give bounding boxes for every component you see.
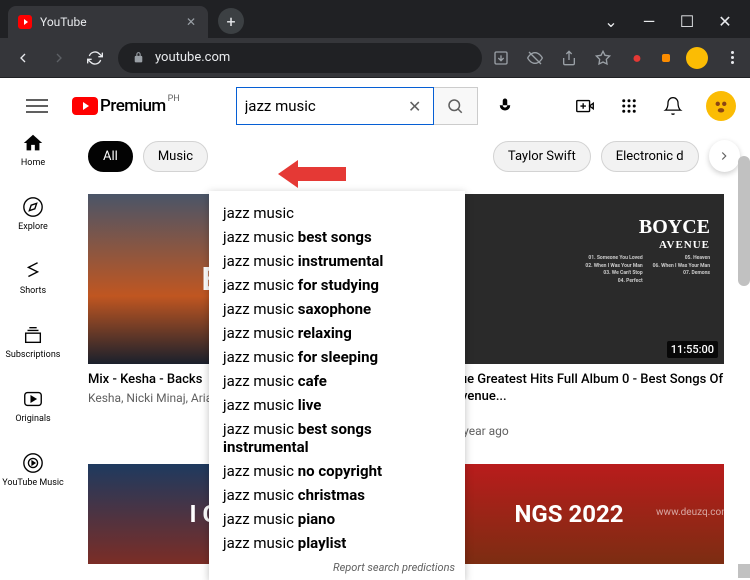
chip-music[interactable]: Music <box>143 141 208 172</box>
suggestion-item[interactable]: jazz music cafe <box>209 369 465 393</box>
home-icon <box>22 132 44 154</box>
hamburger-menu-icon[interactable] <box>26 95 48 117</box>
tab-title: YouTube <box>40 15 176 29</box>
scrollbar-thumb[interactable] <box>738 564 750 578</box>
install-icon[interactable] <box>492 49 510 67</box>
header-actions <box>574 91 736 121</box>
tab-close-icon[interactable]: ✕ <box>184 15 198 29</box>
new-tab-button[interactable]: + <box>218 8 244 34</box>
sidebar-item-shorts[interactable]: Shorts <box>20 260 46 296</box>
page-content: Home Explore Shorts Subscriptions Origin… <box>0 78 750 578</box>
watermark: www.deuzq.com <box>656 507 730 518</box>
chrome-profile-avatar[interactable] <box>686 47 708 69</box>
suggestion-item[interactable]: jazz music for studying <box>209 273 465 297</box>
address-bar[interactable]: youtube.com <box>118 43 482 73</box>
chips-next-button[interactable] <box>709 140 740 172</box>
subscriptions-icon <box>22 324 44 346</box>
sidebar-item-home[interactable]: Home <box>21 132 45 168</box>
region-code: PH <box>168 94 180 104</box>
explore-icon <box>22 196 44 218</box>
search-icon <box>446 97 464 115</box>
search-input[interactable] <box>245 97 405 115</box>
maximize-icon[interactable]: ☐ <box>680 14 694 28</box>
sidebar-label: Subscriptions <box>6 350 61 360</box>
sidebar-item-originals[interactable]: Originals <box>15 388 50 424</box>
extension-orange-icon[interactable] <box>662 54 670 62</box>
suggestion-item[interactable]: jazz music instrumental <box>209 249 465 273</box>
suggestion-item[interactable]: jazz music playlist <box>209 531 465 555</box>
suggestion-item[interactable]: jazz music no copyright <box>209 459 465 483</box>
chip-taylor-swift[interactable]: Taylor Swift <box>493 141 591 172</box>
share-icon[interactable] <box>560 49 578 67</box>
browser-toolbar: youtube.com ● <box>0 38 750 78</box>
sidebar-label: Originals <box>15 414 50 424</box>
suggestion-item[interactable]: jazz music relaxing <box>209 321 465 345</box>
report-predictions-link[interactable]: Report search predictions <box>209 555 465 576</box>
notifications-icon[interactable] <box>662 95 684 117</box>
suggestion-item[interactable]: jazz music saxophone <box>209 297 465 321</box>
suggestion-item[interactable]: jazz music piano <box>209 507 465 531</box>
microphone-icon <box>496 97 514 115</box>
forward-button[interactable] <box>46 45 72 71</box>
sidebar-item-youtube-music[interactable]: YouTube Music <box>2 452 64 488</box>
bookmark-icon[interactable] <box>594 49 612 67</box>
logo-text: Premium <box>100 96 166 116</box>
sidebar: Home Explore Shorts Subscriptions Origin… <box>0 78 66 578</box>
window-controls: ⌄ — ☐ ✕ <box>604 14 750 38</box>
sidebar-item-explore[interactable]: Explore <box>18 196 48 232</box>
suggestion-item[interactable]: jazz music live <box>209 393 465 417</box>
url-text: youtube.com <box>155 50 230 65</box>
scrollbar-thumb[interactable] <box>738 156 750 286</box>
sidebar-item-subscriptions[interactable]: Subscriptions <box>6 324 61 360</box>
extension-red-icon[interactable]: ● <box>628 49 646 67</box>
extension-icons: ● <box>492 47 740 69</box>
youtube-favicon <box>18 15 32 29</box>
search-box[interactable]: ✕ <box>236 87 434 125</box>
minimize-icon[interactable]: — <box>642 14 656 28</box>
browser-tab[interactable]: YouTube ✕ <box>8 6 208 38</box>
youtube-play-icon <box>72 97 98 115</box>
originals-icon <box>22 388 44 410</box>
suggestion-item[interactable]: jazz music for sleeping <box>209 345 465 369</box>
youtube-music-icon <box>22 452 44 474</box>
browser-tabstrip: YouTube ✕ + ⌄ — ☐ ✕ <box>0 0 750 38</box>
suggestion-item[interactable]: jazz music best songs instrumental <box>209 417 465 459</box>
chip-bar: All Music Taylor Swift Electronic d <box>88 140 750 172</box>
voice-search-button[interactable] <box>486 87 524 125</box>
clear-search-icon[interactable]: ✕ <box>405 96 425 116</box>
sidebar-label: Home <box>21 158 45 168</box>
sidebar-label: Explore <box>18 222 48 232</box>
suggestion-item[interactable]: jazz music <box>209 201 465 225</box>
annotation-arrow <box>296 167 346 181</box>
chevron-down-icon[interactable]: ⌄ <box>604 14 618 28</box>
search-button[interactable] <box>434 87 478 125</box>
account-avatar[interactable] <box>706 91 736 121</box>
apps-grid-icon[interactable] <box>618 95 640 117</box>
suggestion-item[interactable]: jazz music christmas <box>209 483 465 507</box>
search-container: ✕ <box>236 87 524 125</box>
chip-electronic[interactable]: Electronic d <box>601 141 699 172</box>
chrome-menu-icon[interactable] <box>724 51 740 64</box>
search-suggestions: jazz music jazz music best songs jazz mu… <box>209 191 465 580</box>
close-icon[interactable]: ✕ <box>718 14 732 28</box>
sidebar-label: YouTube Music <box>2 478 64 488</box>
youtube-header: Premium PH ✕ <box>0 78 750 134</box>
shorts-icon <box>22 260 44 282</box>
chip-all[interactable]: All <box>88 141 133 172</box>
suggestion-item[interactable]: jazz music best songs <box>209 225 465 249</box>
eye-off-icon[interactable] <box>526 49 544 67</box>
video-duration: 11:55:00 <box>667 341 718 358</box>
reload-button[interactable] <box>82 45 108 71</box>
sidebar-label: Shorts <box>20 286 46 296</box>
back-button[interactable] <box>10 45 36 71</box>
create-button[interactable] <box>574 95 596 117</box>
youtube-logo[interactable]: Premium PH <box>72 96 166 116</box>
lock-icon <box>132 51 145 64</box>
